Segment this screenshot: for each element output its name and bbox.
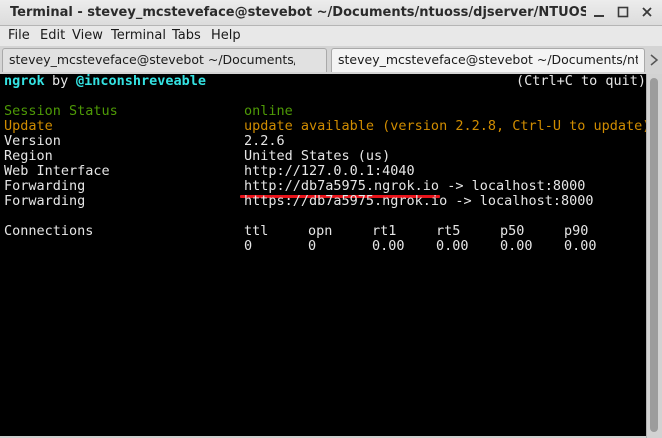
conn-value-ttl: 0 bbox=[244, 238, 253, 254]
region-key: Region bbox=[4, 148, 53, 164]
terminal-scrollbar[interactable] bbox=[646, 74, 662, 438]
scrollbar-thumb[interactable] bbox=[650, 78, 658, 432]
terminal-output[interactable]: ngrok by @inconshreveable (Ctrl+C to qui… bbox=[0, 73, 650, 436]
title-bar: Terminal - stevey_mcsteveface@stevebot ~… bbox=[0, 0, 662, 26]
conn-header-p90: p90 bbox=[564, 223, 589, 239]
session-status-key: Session Status bbox=[4, 103, 118, 119]
version-value: 2.2.6 bbox=[244, 133, 285, 149]
minimize-icon[interactable] bbox=[592, 5, 606, 19]
forwarding-https-key: Forwarding bbox=[4, 193, 86, 209]
update-key: Update bbox=[4, 118, 53, 134]
menu-view[interactable]: View bbox=[72, 28, 103, 44]
window-title: Terminal - stevey_mcsteveface@stevebot ~… bbox=[10, 5, 586, 20]
conn-value-rt1: 0.00 bbox=[372, 238, 405, 254]
menu-tabs[interactable]: Tabs bbox=[172, 28, 201, 44]
conn-value-p50: 0.00 bbox=[500, 238, 533, 254]
session-status-value: online bbox=[244, 103, 293, 119]
conn-header-p50: p50 bbox=[500, 223, 525, 239]
tab-terminal-2[interactable]: stevey_mcsteveface@stevebot ~/Documents/… bbox=[331, 48, 645, 72]
menu-help[interactable]: Help bbox=[211, 28, 241, 44]
tab-label: stevey_mcsteveface@stevebot ~/Documents/… bbox=[338, 52, 638, 67]
conn-header-rt5: rt5 bbox=[436, 223, 461, 239]
menu-file[interactable]: File bbox=[8, 28, 30, 44]
header-by: by bbox=[52, 73, 69, 89]
header-author: @inconshreveable bbox=[76, 73, 207, 89]
conn-header-ttl: ttl bbox=[244, 223, 269, 239]
conn-header-rt1: rt1 bbox=[372, 223, 397, 239]
conn-value-p90: 0.00 bbox=[564, 238, 597, 254]
conn-header-opn: opn bbox=[308, 223, 333, 239]
header-quit-hint: (Ctrl+C to quit) bbox=[516, 73, 647, 89]
close-icon[interactable] bbox=[640, 5, 654, 19]
update-value: update available (version 2.2.8, Ctrl-U … bbox=[244, 118, 651, 134]
ngrok-app-name: ngrok bbox=[4, 73, 45, 89]
version-key: Version bbox=[4, 133, 61, 149]
conn-value-opn: 0 bbox=[308, 238, 317, 254]
web-interface-key: Web Interface bbox=[4, 163, 110, 179]
forwarding-https-value: https://db7a5975.ngrok.io -> localhost:8… bbox=[244, 193, 594, 209]
connections-label: Connections bbox=[4, 223, 94, 239]
forwarding-http-value: http://db7a5975.ngrok.io -> localhost:80… bbox=[244, 178, 586, 194]
tab-terminal-1[interactable]: stevey_mcsteveface@stevebot ~/Documents/… bbox=[2, 48, 327, 72]
menu-bar: File Edit View Terminal Tabs Help bbox=[0, 26, 662, 46]
menu-edit[interactable]: Edit bbox=[40, 28, 65, 44]
conn-value-rt5: 0.00 bbox=[436, 238, 469, 254]
tab-scroll-right-icon[interactable] bbox=[648, 52, 660, 66]
region-value: United States (us) bbox=[244, 148, 391, 164]
menu-terminal[interactable]: Terminal bbox=[111, 28, 166, 44]
web-interface-value: http://127.0.0.1:4040 bbox=[244, 163, 415, 179]
forwarding-http-key: Forwarding bbox=[4, 178, 86, 194]
maximize-icon[interactable] bbox=[616, 5, 630, 19]
tab-bar: stevey_mcsteveface@stevebot ~/Documents/… bbox=[0, 46, 662, 74]
tab-label: stevey_mcsteveface@stevebot ~/Documents/… bbox=[9, 52, 295, 67]
